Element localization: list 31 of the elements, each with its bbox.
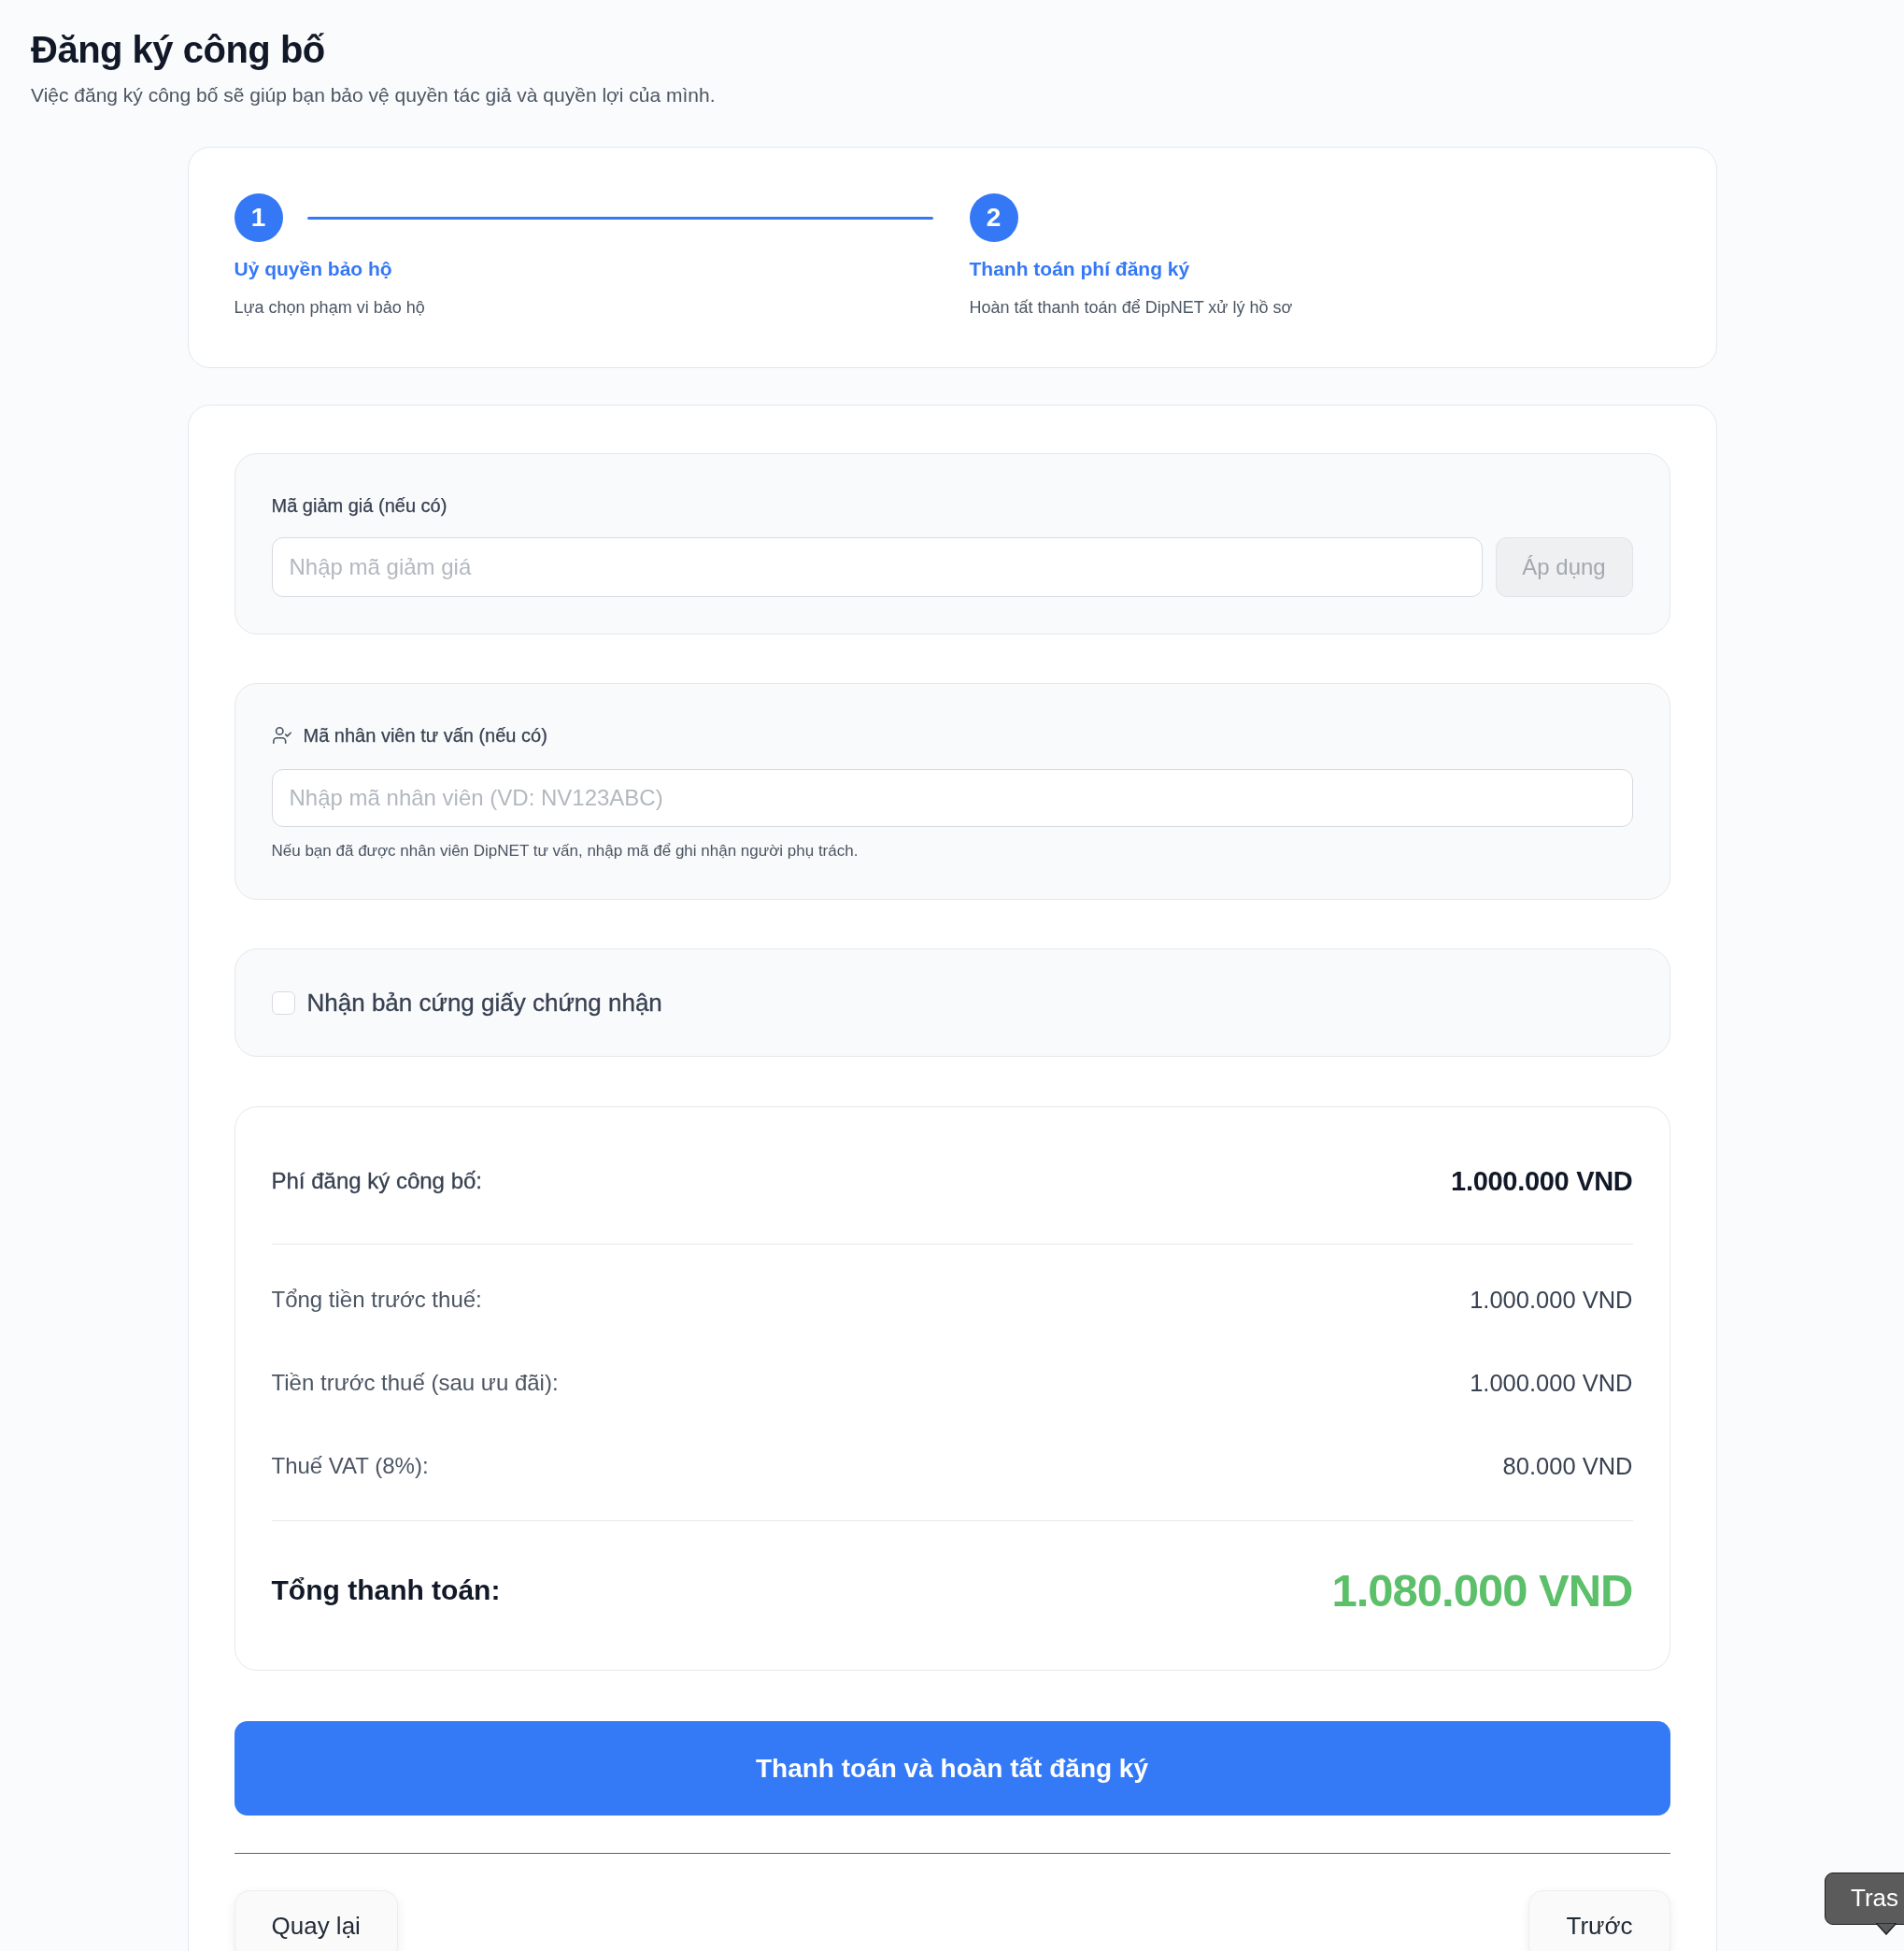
hard-copy-label: Nhận bản cứng giấy chứng nhận (306, 988, 662, 1018)
step-description: Lựa chọn phạm vi bảo hộ (234, 297, 425, 319)
step-number: 2 (969, 193, 1018, 242)
step-description: Hoàn tất thanh toán để DipNET xử lý hồ sơ (969, 297, 1293, 319)
page-title: Đăng ký công bố (31, 28, 325, 72)
step-number: 1 (234, 193, 283, 242)
consultant-label: Mã nhân viên tư vấn (nếu có) (303, 724, 547, 748)
page-subtitle: Việc đăng ký công bố sẽ giúp bạn bảo vệ quyền tác giả và quyền lợi của mình. (31, 83, 716, 107)
pay-button[interactable]: Thanh toán và hoàn tất đăng ký (234, 1721, 1670, 1816)
step-title: Thanh toán phí đăng ký (969, 257, 1190, 281)
summary-amount: 1.000.000 VND (1470, 1369, 1633, 1397)
discount-input[interactable]: Nhập mã giảm giá (271, 537, 1483, 597)
total-label: Tổng thanh toán: (271, 1574, 501, 1606)
consultant-input[interactable]: Nhập mã nhân viên (VD: NV123ABC) (271, 769, 1633, 827)
user-check-icon (271, 725, 292, 746)
dock-tooltip: Tras (1825, 1873, 1904, 1925)
discount-label: Mã giảm giá (nếu có) (271, 494, 448, 518)
fee-amount: 1.000.000 VND (1451, 1165, 1633, 1197)
consultant-hint: Nếu bạn đã được nhân viên DipNET tư vấn, nhập mã để ghi nhận người phụ trách. (271, 841, 859, 862)
summary-label: Tiền trước thuế (sau ưu đãi): (271, 1370, 559, 1396)
fee-label: Phí đăng ký công bố: (271, 1168, 482, 1194)
summary-amount: 80.000 VND (1502, 1452, 1633, 1480)
summary-amount: 1.000.000 VND (1470, 1286, 1633, 1314)
tooltip-arrow-icon (1876, 1923, 1897, 1935)
summary-label: Tổng tiền trước thuế: (271, 1287, 482, 1313)
summary-label: Thuế VAT (8%): (271, 1453, 429, 1479)
previous-button[interactable]: Trước (1528, 1890, 1670, 1951)
back-button[interactable]: Quay lại (234, 1890, 398, 1951)
step-title: Uỷ quyền bảo hộ (234, 257, 392, 281)
total-amount: 1.080.000 VND (1331, 1564, 1633, 1616)
hard-copy-checkbox[interactable] (271, 990, 295, 1015)
